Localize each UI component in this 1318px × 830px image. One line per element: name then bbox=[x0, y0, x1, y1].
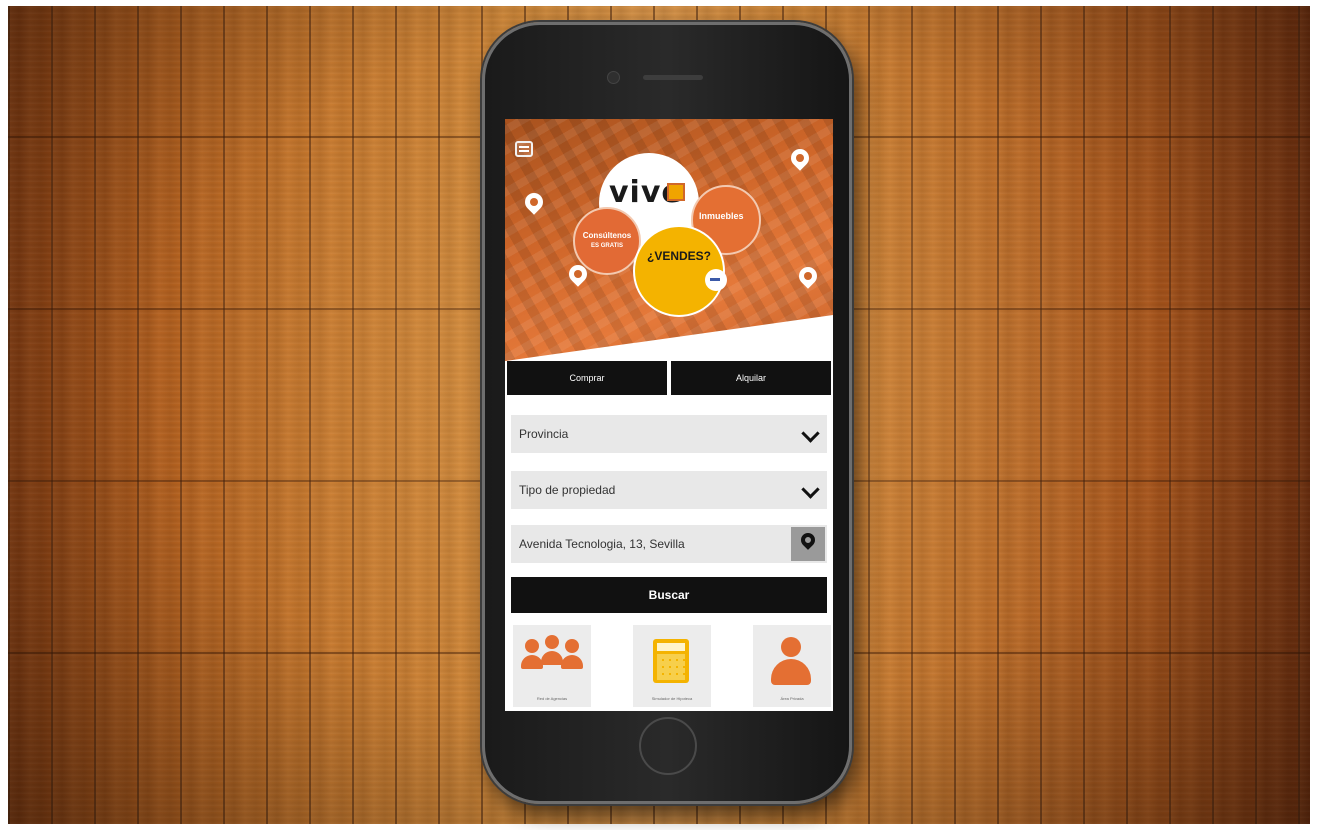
app-screen: vive Inmuebles Consúltenos ES GRATIS ¿VE… bbox=[505, 119, 833, 711]
agencias-caption: Red de Agencias bbox=[536, 696, 568, 701]
area-privada-caption: Área Privada bbox=[780, 696, 804, 701]
phone-frame: vive Inmuebles Consúltenos ES GRATIS ¿VE… bbox=[482, 22, 852, 804]
provincia-label: Provincia bbox=[519, 427, 569, 441]
bottom-shortcuts: Red de Agencias Simulador de Hipoteca Ár… bbox=[505, 621, 833, 711]
hero-banner: vive Inmuebles Consúltenos ES GRATIS ¿VE… bbox=[505, 119, 833, 422]
vendes-label: ¿VENDES? bbox=[647, 249, 712, 263]
consultanos-label: Consúltenos ES GRATIS bbox=[582, 231, 632, 249]
tab-alquilar[interactable]: Alquilar bbox=[671, 361, 831, 395]
inmuebles-label: Inmuebles bbox=[699, 211, 744, 221]
front-camera-icon bbox=[607, 71, 620, 84]
provincia-select[interactable]: Provincia bbox=[511, 415, 827, 453]
operation-tabs: Comprar Alquilar bbox=[507, 361, 831, 395]
tipo-propiedad-select[interactable]: Tipo de propiedad bbox=[511, 471, 827, 509]
menu-icon[interactable] bbox=[515, 141, 533, 157]
logo-house-icon bbox=[667, 183, 685, 201]
location-button[interactable] bbox=[791, 527, 825, 561]
tab-comprar[interactable]: Comprar bbox=[507, 361, 667, 395]
chevron-down-icon bbox=[801, 480, 820, 499]
simulador-caption: Simulador de Hipoteca bbox=[651, 696, 693, 701]
home-button[interactable] bbox=[639, 717, 697, 775]
user-icon bbox=[781, 637, 801, 657]
address-value: Avenida Tecnologia, 13, Sevilla bbox=[519, 537, 685, 551]
calculator-icon bbox=[653, 639, 689, 683]
people-group-icon bbox=[525, 639, 539, 653]
consultanos-bubble[interactable]: Consúltenos ES GRATIS bbox=[573, 207, 641, 275]
map-pin-icon bbox=[787, 145, 813, 171]
tipo-propiedad-label: Tipo de propiedad bbox=[519, 483, 616, 497]
address-field[interactable]: Avenida Tecnologia, 13, Sevilla bbox=[511, 525, 827, 563]
arrow-right-icon[interactable] bbox=[705, 269, 727, 291]
buscar-button[interactable]: Buscar bbox=[511, 577, 827, 613]
earpiece-speaker bbox=[643, 75, 703, 80]
simulador-shortcut[interactable]: Simulador de Hipoteca bbox=[633, 625, 711, 707]
chevron-down-icon bbox=[801, 424, 820, 443]
agencias-shortcut[interactable]: Red de Agencias bbox=[513, 625, 591, 707]
map-pin-icon bbox=[521, 189, 547, 215]
area-privada-shortcut[interactable]: Área Privada bbox=[753, 625, 831, 707]
location-pin-icon bbox=[798, 530, 818, 550]
map-pin-icon bbox=[795, 263, 821, 289]
